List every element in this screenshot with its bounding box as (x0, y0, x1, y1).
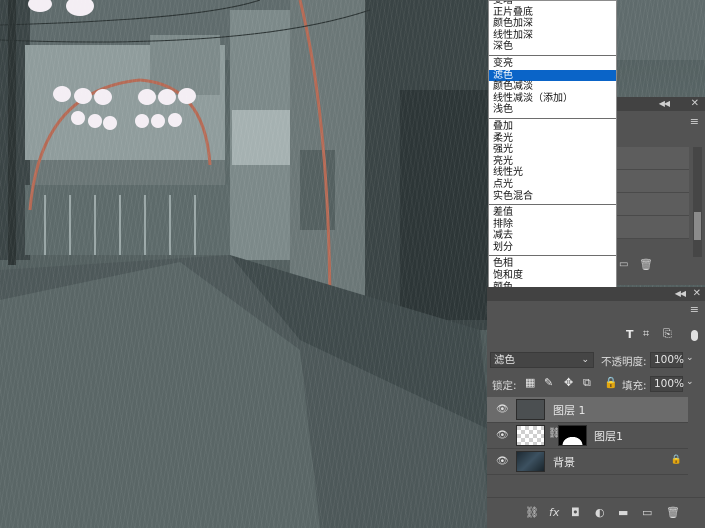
panel-row (617, 170, 689, 193)
chevron-down-icon: ⌄ (581, 355, 589, 365)
adjustments-panel: ◀◀ ✕ ≡ ▭ 🗑 (617, 97, 705, 285)
opacity-value: 100% (654, 354, 685, 366)
blend-mode-options: 变暗 正片叠底 颜色加深 线性加深 深色 变亮 滤色 颜色减淡 线性减淡（添加） 浅色 叠加 柔光 强光… (489, 1, 616, 307)
trash-icon[interactable]: 🗑 (666, 506, 680, 519)
blend-option[interactable]: 排除 (489, 219, 616, 231)
blend-option[interactable]: 颜色加深 (489, 18, 616, 30)
blend-option[interactable]: 颜色减淡 (489, 81, 616, 93)
blend-group: 差值 排除 减去 划分 (489, 205, 616, 257)
eye-icon[interactable]: 👁 (496, 456, 509, 467)
blend-option[interactable]: 减去 (489, 230, 616, 242)
blend-option[interactable]: 亮光 (489, 156, 616, 168)
blend-mode-select[interactable]: 滤色 ⌄ (490, 352, 594, 368)
panel-row (617, 147, 689, 170)
eye-icon[interactable]: 👁 (496, 430, 509, 441)
hamburger-icon[interactable]: ≡ (690, 303, 699, 316)
trash-icon[interactable]: 🗑 (639, 258, 653, 271)
blend-option[interactable]: 柔光 (489, 133, 616, 145)
lock-label: 锁定: (492, 380, 517, 392)
shape-filter-icon[interactable]: ⌗ (643, 327, 649, 341)
opacity-label: 不透明度: (601, 356, 647, 368)
blend-mode-value: 滤色 (494, 354, 515, 366)
blend-option[interactable]: 线性光 (489, 167, 616, 179)
panel-row (617, 216, 689, 239)
page-icon[interactable]: ▭ (619, 259, 628, 270)
filter-toggle-icon[interactable] (691, 330, 698, 341)
hamburger-icon[interactable]: ≡ (690, 115, 699, 128)
layer-name[interactable]: 图层1 (594, 428, 623, 444)
panel-header: ◀◀ ✕ (617, 97, 705, 111)
fx-icon[interactable]: fx (549, 506, 559, 519)
scrollbar-track[interactable] (693, 147, 702, 257)
blend-option[interactable]: 正片叠底 (489, 7, 616, 19)
blend-group: 变暗 正片叠底 颜色加深 线性加深 深色 (489, 1, 616, 56)
close-icon[interactable]: ✕ (693, 288, 701, 300)
blend-option[interactable]: 叠加 (489, 121, 616, 133)
collapse-icon[interactable]: ◀◀ (659, 98, 670, 110)
new-group-icon[interactable]: ▬ (618, 506, 628, 519)
blend-group: 变亮 滤色 颜色减淡 线性减淡（添加） 浅色 (489, 56, 616, 119)
layer-row[interactable]: 👁 ⛓ 图层1 (487, 423, 688, 449)
blend-option[interactable]: 实色混合 (489, 191, 616, 203)
blend-option[interactable]: 线性加深 (489, 30, 616, 42)
layer-row[interactable]: 👁 背景 🔒 (487, 449, 688, 475)
blend-option[interactable]: 变亮 (489, 58, 616, 70)
lock-paint-icon[interactable]: ✎ (544, 376, 553, 389)
blend-option[interactable]: 划分 (489, 242, 616, 254)
fill-value: 100% (654, 378, 685, 390)
fill-field[interactable]: 100% (650, 376, 685, 392)
lock-icon[interactable]: 🔒 (604, 376, 618, 389)
eye-icon[interactable]: 👁 (496, 404, 509, 415)
layer-thumbnail (516, 399, 545, 420)
chevron-down-icon[interactable]: ⌄ (686, 353, 694, 363)
chevron-down-icon[interactable]: ⌄ (686, 377, 694, 387)
close-icon[interactable]: ✕ (691, 98, 699, 110)
lock-icon: 🔒 (670, 455, 682, 465)
blend-option[interactable]: 色相 (489, 258, 616, 270)
lock-artboard-icon[interactable]: ⧉ (583, 376, 591, 390)
blend-option[interactable]: 浅色 (489, 104, 616, 116)
panel-row (617, 193, 689, 216)
blend-option[interactable]: 深色 (489, 41, 616, 53)
adjustment-layer-icon[interactable]: ◐ (595, 506, 605, 519)
layer-thumbnail (516, 425, 545, 446)
smart-object-filter-icon[interactable]: ⎘ (663, 327, 672, 341)
blend-option[interactable]: 差值 (489, 207, 616, 219)
blend-option[interactable]: 点光 (489, 179, 616, 191)
layer-thumbnail (516, 451, 545, 472)
layer-row[interactable]: 👁 图层 1 (487, 397, 688, 423)
fill-label: 填充: (622, 380, 647, 392)
layer-name[interactable]: 图层 1 (553, 402, 586, 418)
blend-option[interactable]: 强光 (489, 144, 616, 156)
new-layer-icon[interactable]: ▭ (642, 506, 652, 519)
blend-option[interactable]: 线性减淡（添加） (489, 93, 616, 105)
type-filter-icon[interactable]: T (626, 328, 634, 341)
add-mask-icon[interactable]: ◘ (571, 506, 580, 519)
lock-transparent-icon[interactable]: ▦ (525, 376, 535, 389)
lock-move-icon[interactable]: ✥ (564, 376, 573, 389)
opacity-field[interactable]: 100% (650, 352, 685, 368)
blend-option[interactable]: 饱和度 (489, 270, 616, 282)
blend-option[interactable]: 变暗 (489, 1, 616, 7)
scrollbar-thumb[interactable] (694, 212, 701, 240)
link-layers-icon[interactable]: ⛓ (525, 506, 539, 519)
layer-filter-row: T ⌗ ⎘ (487, 327, 705, 345)
layer-name[interactable]: 背景 (553, 454, 575, 470)
panel-header: ◀◀ ✕ (487, 287, 705, 301)
layer-mask-thumbnail[interactable] (558, 425, 587, 446)
layers-panel: ◀◀ ✕ ≡ T ⌗ ⎘ 滤色 ⌄ 不透明度: 100% ⌄ 锁定: ▦ ✎ ✥… (487, 287, 705, 528)
layers-toolbar: ⛓ fx ◘ ◐ ▬ ▭ 🗑 (487, 497, 705, 528)
blend-option[interactable]: 滤色 (489, 69, 616, 82)
collapse-icon[interactable]: ◀◀ (675, 288, 686, 300)
blend-group: 叠加 柔光 强光 亮光 线性光 点光 实色混合 (489, 119, 616, 206)
